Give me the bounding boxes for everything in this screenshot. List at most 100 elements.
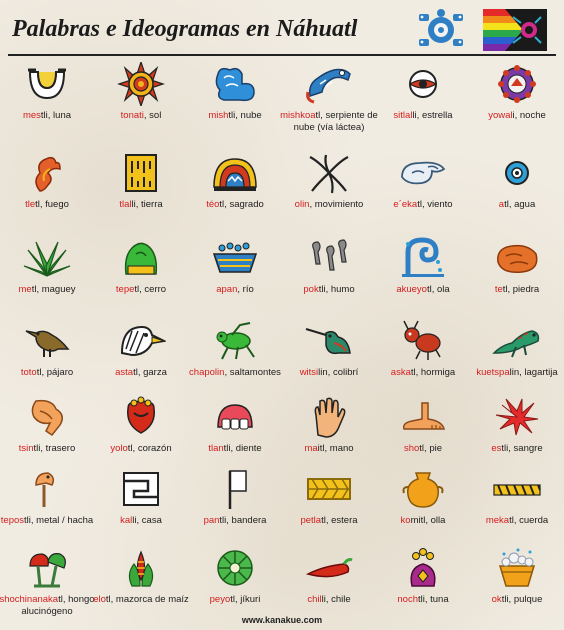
corn-glyph-icon: [128, 550, 154, 587]
turtle-logo-icon: [419, 9, 463, 46]
water-glyph-icon: [505, 161, 529, 185]
moon-glyph-icon: [28, 68, 66, 100]
glyph-meaning: i, noche: [512, 110, 546, 121]
glyph-meaning: tli, humo: [318, 284, 355, 295]
glyph-meaning: li, casa: [132, 515, 162, 526]
glyph-meaning: li, chile: [321, 594, 351, 605]
glyph-meaning: tl, corazón: [127, 443, 172, 454]
glyph-stem: noch: [397, 594, 418, 605]
glyph-meaning: tli, nube: [228, 110, 262, 121]
glyph-card: akueyotl, ola: [376, 234, 470, 313]
lizard-glyph-icon: [492, 330, 540, 358]
glyph-card: atl, agua: [470, 149, 564, 228]
glyph-meaning: tl, fuego: [35, 199, 69, 210]
glyph-meaning: tl, cuerda: [509, 515, 549, 526]
prickly-pear-glyph-icon: [410, 548, 436, 587]
glyph-grid: mestli, luna tonati, sol mishtli, nube m…: [0, 60, 564, 617]
glyph-meaning: tl, ola: [426, 284, 450, 295]
hill-glyph-icon: [124, 242, 158, 275]
glyph-stem: e´eka: [393, 199, 418, 210]
cloud-serpent-glyph-icon: [306, 68, 351, 104]
wave-glyph-icon: [402, 237, 444, 277]
glyph-stem: akueyo: [396, 284, 427, 295]
hand-glyph-icon: [314, 397, 346, 438]
glyph-stem: apan: [216, 284, 238, 295]
glyph-meaning: , sol: [143, 110, 162, 121]
glyph-meaning: tli, tuna: [417, 594, 449, 605]
glyph-card: tsintli, trasero: [0, 393, 94, 472]
glyph-meaning: li, tierra: [131, 199, 163, 210]
glyph-card: tonati, sol: [94, 60, 188, 139]
glyph-stem: me: [18, 284, 32, 295]
glyph-stem: sitlal: [393, 110, 413, 121]
glyph-stem: sho: [403, 443, 420, 454]
pot-glyph-icon: [402, 472, 444, 508]
glyph-stem: es: [491, 443, 502, 454]
glyph-stem: elo: [93, 594, 106, 605]
glyph-card: nochtli, tuna: [376, 544, 470, 623]
buttocks-glyph-icon: [31, 399, 63, 437]
glyph-card: e´ekatl, viento: [376, 149, 470, 228]
glyph-card: poktli, humo: [282, 234, 376, 313]
glyph-stem: yowal: [488, 110, 513, 121]
glyph-card: pantli, bandera: [188, 465, 282, 544]
glyph-stem: kal: [120, 515, 133, 526]
glyph-stem: toto: [20, 367, 37, 378]
ant-glyph-icon: [403, 320, 441, 360]
glyph-meaning: tl, sagrado: [219, 199, 264, 210]
glyph-card: apan, río: [188, 234, 282, 313]
glyph-card: mishkoatl, serpiente de nube (vía láctea…: [280, 60, 378, 139]
glyph-stem: te: [494, 284, 503, 295]
glyph-meaning: tl, pájaro: [36, 367, 74, 378]
chili-glyph-icon: [305, 558, 353, 578]
glyph-card: komitl, olla: [376, 465, 470, 544]
glyph-meaning: tli, pulque: [501, 594, 543, 605]
glyph-stem: mishkoa: [280, 110, 316, 121]
glyph-meaning: tl, estera: [321, 515, 358, 526]
glyph-card: tlalli, tierra: [94, 149, 188, 228]
sacred-glyph-icon: [213, 158, 257, 191]
glyph-card: yowali, noche: [470, 60, 564, 139]
glyph-stem: téo: [206, 199, 220, 210]
page-title: Palabras e Ideogramas en Náhuatl: [12, 16, 358, 42]
glyph-card: metl, maguey: [0, 234, 94, 313]
glyph-stem: aska: [390, 367, 411, 378]
flag-glyph-icon: [228, 470, 247, 509]
blood-glyph-icon: [495, 398, 539, 436]
glyph-stem: olin: [294, 199, 310, 210]
glyph-meaning: tl, cerro: [134, 284, 167, 295]
glyph-card: askatl, hormiga: [376, 317, 470, 396]
glyph-meaning: tl, mazorca de maíz: [105, 594, 189, 605]
glyph-card: peyotl, jíkuri: [188, 544, 282, 623]
river-glyph-icon: [212, 242, 258, 273]
glyph-meaning: tli, sangre: [501, 443, 543, 454]
grasshopper-glyph-icon: [216, 322, 255, 360]
glyph-stem: ko: [400, 515, 411, 526]
peyote-glyph-icon: [217, 550, 253, 586]
glyph-meaning: tli, luna: [40, 110, 72, 121]
mat-glyph-icon: [307, 478, 351, 500]
glyph-card: maitl, mano: [282, 393, 376, 472]
glyph-card: téotl, sagrado: [188, 149, 282, 228]
maguey-glyph-icon: [23, 241, 71, 277]
glyph-card: tlantli, diente: [188, 393, 282, 472]
glyph-card: yolotl, corazón: [94, 393, 188, 472]
glyph-meaning: tli, metal / hacha: [24, 515, 94, 526]
glyph-card: astatl, garza: [94, 317, 188, 396]
glyph-meaning: tl, piedra: [502, 284, 540, 295]
glyph-meaning: tli, trasero: [33, 443, 76, 454]
glyph-stem: witsi: [299, 367, 319, 378]
glyph-stem: mes: [22, 110, 41, 121]
glyph-card: chapolin, saltamontes: [188, 317, 282, 396]
pulque-glyph-icon: [498, 548, 536, 587]
glyph-meaning: li, estrella: [412, 110, 453, 121]
glyph-stem: mish: [208, 110, 229, 121]
mushroom-glyph-icon: [29, 553, 66, 588]
site-url: www.kanakue.com: [241, 615, 323, 625]
glyph-stem: tepos: [0, 515, 25, 526]
glyph-stem: pok: [303, 284, 319, 295]
glyph-card: shotl, pie: [376, 393, 470, 472]
glyph-meaning: tl, agua: [504, 199, 536, 210]
heart-glyph-icon: [127, 396, 155, 434]
axe-glyph-icon: [35, 472, 55, 507]
